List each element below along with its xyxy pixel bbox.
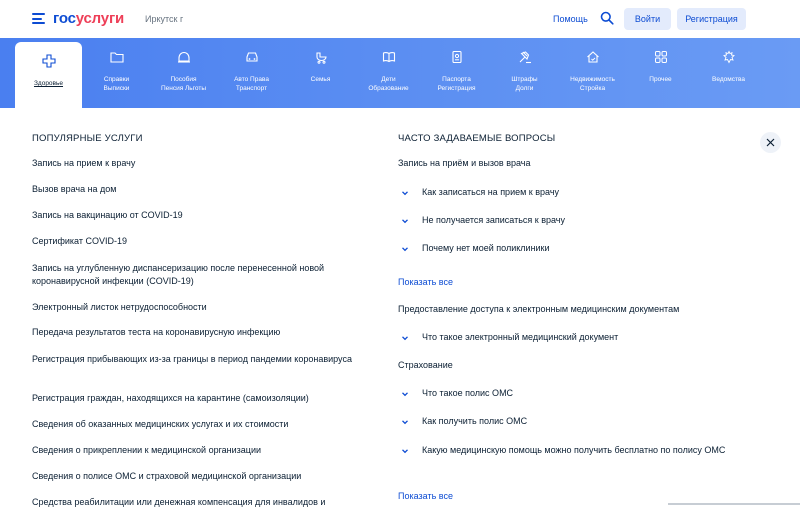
category-label-2: Пенсия Льготы bbox=[160, 85, 207, 92]
logo-part-1: гос bbox=[53, 10, 76, 27]
service-link[interactable]: Сведения о прикреплении к медицинской ор… bbox=[32, 444, 352, 457]
category-label: Справки bbox=[103, 76, 130, 83]
category-transport[interactable]: Авто Права Транспорт bbox=[218, 38, 285, 108]
wallet-icon bbox=[177, 51, 190, 63]
close-button[interactable] bbox=[760, 132, 781, 153]
login-button[interactable]: Войти bbox=[624, 8, 671, 30]
category-health[interactable]: Здоровье bbox=[15, 42, 82, 108]
category-benefits[interactable]: Пособия Пенсия Льготы bbox=[150, 38, 217, 108]
category-label-2: Выписки bbox=[103, 85, 130, 92]
chevron-down-icon[interactable] bbox=[400, 188, 410, 198]
gosuslugi-logo[interactable]: госуслуги bbox=[53, 10, 124, 27]
show-all-link[interactable]: Показать все bbox=[398, 491, 453, 501]
category-family[interactable]: Семья bbox=[287, 38, 354, 108]
passport-icon bbox=[451, 50, 462, 64]
category-realty[interactable]: Недвижимость Стройка bbox=[559, 38, 626, 108]
chevron-down-icon[interactable] bbox=[400, 244, 410, 254]
register-button[interactable]: Регистрация bbox=[677, 8, 746, 30]
category-label-2: Регистрация bbox=[437, 85, 476, 92]
category-agencies[interactable]: Ведомства bbox=[695, 38, 762, 108]
service-link[interactable]: Запись на прием к врачу bbox=[32, 157, 352, 170]
faq-question[interactable]: Что такое электронный медицинский докуме… bbox=[422, 331, 732, 344]
service-link[interactable]: Сведения об оказанных медицинских услуга… bbox=[32, 418, 352, 431]
chevron-down-icon[interactable] bbox=[400, 446, 410, 456]
category-fines[interactable]: Штрафы Долги bbox=[491, 38, 558, 108]
category-label: Штрафы bbox=[511, 76, 538, 83]
search-icon[interactable] bbox=[600, 11, 614, 25]
faq-question[interactable]: Не получается записаться к врачу bbox=[422, 214, 732, 227]
top-header: госуслуги Иркутск г Помощь Войти Регистр… bbox=[0, 0, 800, 38]
category-children[interactable]: Дети Образование bbox=[355, 38, 422, 108]
category-label-2: Транспорт bbox=[235, 85, 268, 92]
faq-question[interactable]: Какую медицинскую помощь можно получить … bbox=[422, 444, 732, 457]
service-link[interactable]: Регистрация прибывающих из-за границы в … bbox=[32, 353, 352, 366]
category-passports[interactable]: Паспорта Регистрация bbox=[423, 38, 490, 108]
faq-question[interactable]: Почему нет моей поликлиники bbox=[422, 242, 732, 255]
close-icon bbox=[766, 138, 775, 147]
menu-icon[interactable] bbox=[32, 13, 45, 24]
grid-icon bbox=[654, 51, 667, 63]
category-label-2: Стройка bbox=[579, 85, 606, 92]
gavel-icon bbox=[519, 51, 531, 64]
faq-group-title: Предоставление доступа к электронным мед… bbox=[398, 304, 680, 314]
house-icon bbox=[586, 51, 599, 63]
chevron-down-icon[interactable] bbox=[400, 333, 410, 343]
book-icon bbox=[382, 52, 395, 63]
chevron-down-icon[interactable] bbox=[400, 417, 410, 427]
service-link[interactable]: Сведения о полисе ОМС и страховой медици… bbox=[32, 470, 352, 483]
faq-question[interactable]: Как получить полис ОМС bbox=[422, 415, 732, 428]
category-label: Здоровье bbox=[33, 80, 64, 87]
category-label: Паспорта bbox=[442, 76, 471, 83]
category-label: Семья bbox=[310, 76, 331, 83]
help-link[interactable]: Помощь bbox=[553, 14, 588, 24]
folder-icon bbox=[109, 52, 124, 63]
category-bar: Здоровье Справки Выписки Пособия Пенсия Ль… bbox=[0, 38, 800, 108]
category-certificates[interactable]: Справки Выписки bbox=[83, 38, 150, 108]
service-link[interactable]: Передача результатов теста на коронавиру… bbox=[32, 326, 352, 339]
category-label: Дети bbox=[381, 76, 396, 83]
category-label: Авто Права bbox=[234, 76, 269, 83]
scroll-indicator bbox=[668, 503, 800, 505]
category-label: Прочее bbox=[649, 76, 672, 83]
category-label: Недвижимость bbox=[570, 76, 615, 83]
category-label: Ведомства bbox=[712, 76, 745, 83]
city-selector[interactable]: Иркутск г bbox=[145, 14, 183, 24]
service-link[interactable]: Регистрация граждан, находящихся на кара… bbox=[32, 392, 352, 405]
category-label: Пособия bbox=[170, 76, 197, 83]
faq-group-title: Страхование bbox=[398, 360, 453, 370]
stroller-icon bbox=[315, 52, 327, 64]
show-all-link[interactable]: Показать все bbox=[398, 277, 453, 287]
service-link[interactable]: Электронный листок нетрудоспособности bbox=[32, 301, 352, 314]
cross-icon bbox=[41, 54, 56, 68]
faq-group-title: Запись на приём и вызов врача bbox=[398, 158, 531, 168]
faq-question[interactable]: Что такое полис ОМС bbox=[422, 387, 732, 400]
popular-services-title: ПОПУЛЯРНЫЕ УСЛУГИ bbox=[32, 133, 143, 144]
faq-question[interactable]: Как записаться на прием к врачу bbox=[422, 186, 732, 199]
logo-part-2: услуги bbox=[75, 10, 125, 27]
service-link[interactable]: Запись на углубленную диспансеризацию по… bbox=[32, 262, 352, 288]
car-icon bbox=[245, 52, 258, 62]
category-other[interactable]: Прочее bbox=[627, 38, 694, 108]
category-label-2: Долги bbox=[515, 85, 534, 92]
service-link[interactable]: Запись на вакцинацию от COVID-19 bbox=[32, 209, 352, 222]
chevron-down-icon[interactable] bbox=[400, 389, 410, 399]
service-link[interactable]: Вызов врача на дом bbox=[32, 183, 352, 196]
service-link[interactable]: Средства реабилитации или денежная компе… bbox=[32, 496, 352, 508]
chevron-down-icon[interactable] bbox=[400, 216, 410, 226]
category-label-2: Образование bbox=[368, 85, 409, 92]
emblem-icon bbox=[722, 50, 735, 64]
service-link[interactable]: Сертификат COVID-19 bbox=[32, 235, 352, 248]
faq-title: ЧАСТО ЗАДАВАЕМЫЕ ВОПРОСЫ bbox=[398, 133, 556, 144]
